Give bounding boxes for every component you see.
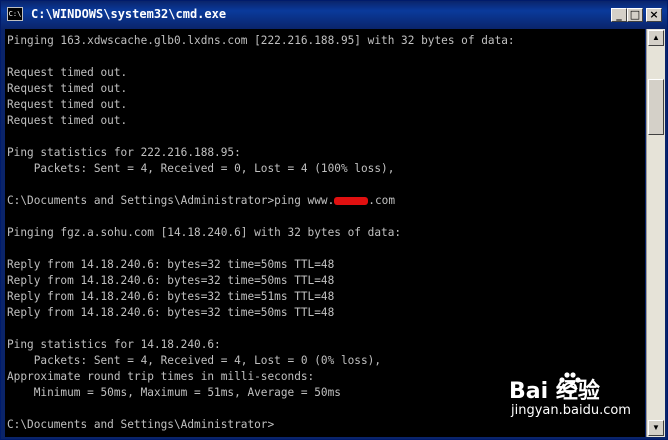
close-button[interactable]: × (646, 8, 662, 22)
console-lines: Pinging 163.xdwscache.glb0.lxdns.com [22… (7, 33, 515, 433)
maximize-button[interactable]: □ (627, 8, 643, 22)
console-line: Packets: Sent = 4, Received = 4, Lost = … (7, 354, 382, 367)
console-line: Request timed out. (7, 82, 128, 95)
cmd-icon[interactable]: C:\ (7, 7, 23, 21)
redaction-mark (334, 197, 369, 205)
scroll-down-button[interactable]: ▼ (648, 420, 664, 436)
console-line: Approximate round trip times in milli-se… (7, 370, 315, 383)
minimize-button[interactable]: _ (611, 8, 627, 22)
console-line: Reply from 14.18.240.6: bytes=32 time=51… (7, 290, 335, 303)
scroll-thumb[interactable] (648, 79, 664, 135)
console-line: Reply from 14.18.240.6: bytes=32 time=50… (7, 274, 335, 287)
console-line: Ping statistics for 222.216.188.95: (7, 146, 241, 159)
console-line: Ping statistics for 14.18.240.6: (7, 338, 221, 351)
console-line: Reply from 14.18.240.6: bytes=32 time=50… (7, 258, 335, 271)
window-title: C:\WINDOWS\system32\cmd.exe (31, 7, 227, 21)
scroll-up-button[interactable]: ▲ (648, 30, 664, 46)
console-line: Minimum = 50ms, Maximum = 51ms, Average … (7, 386, 341, 399)
console-line: Packets: Sent = 4, Received = 0, Lost = … (7, 162, 395, 175)
watermark-brand: Bai 经验 (509, 379, 600, 404)
console-line: C:\Documents and Settings\Administrator> (7, 418, 275, 431)
console-line: Request timed out. (7, 114, 128, 127)
console-line: Request timed out. (7, 98, 128, 111)
paw-icon (559, 372, 581, 394)
command-text: C:\Documents and Settings\Administrator>… (7, 194, 335, 207)
console-line: Pinging fgz.a.sohu.com [14.18.240.6] wit… (7, 226, 402, 239)
console-line: Pinging 163.xdwscache.glb0.lxdns.com [22… (7, 34, 515, 47)
watermark-url: jingyan.baidu.com (511, 403, 631, 418)
title-bar[interactable]: C:\ C:\WINDOWS\system32\cmd.exe _ □ × (1, 1, 667, 29)
cmd-window: C:\ C:\WINDOWS\system32\cmd.exe _ □ × Pi… (0, 0, 668, 440)
baidu-watermark: Bai 经验 jingyan.baidu.com (499, 369, 649, 431)
console-line: C:\Documents and Settings\Administrator>… (7, 193, 515, 209)
command-suffix: .com (368, 194, 395, 207)
console-line: Request timed out. (7, 66, 128, 79)
console-line: Reply from 14.18.240.6: bytes=32 time=50… (7, 306, 335, 319)
